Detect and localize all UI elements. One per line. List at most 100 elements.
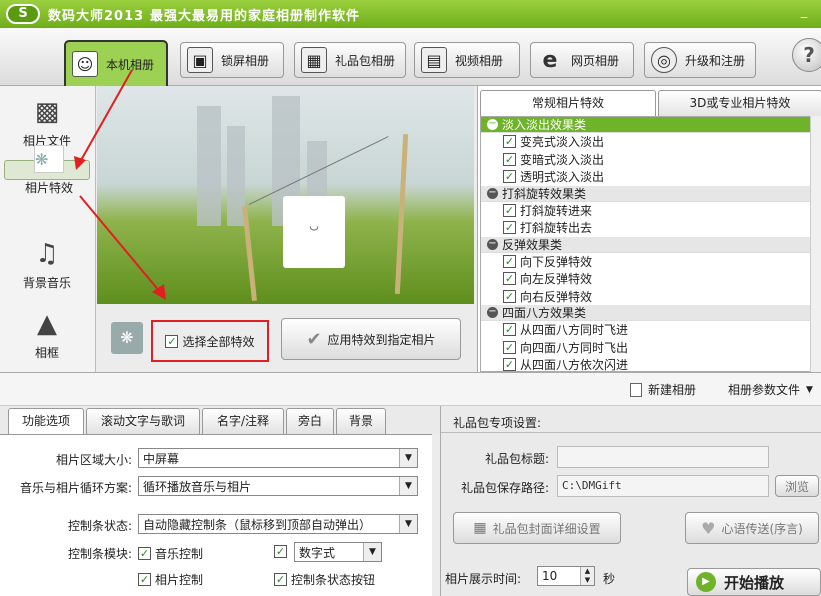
new-album-button[interactable]: 新建相册 (630, 381, 696, 398)
checkbox-icon: ✓ (138, 547, 151, 560)
effects-scrollbar[interactable] (810, 116, 821, 372)
tab-video-album[interactable]: ▤ 视频相册 (414, 42, 520, 78)
stepper-arrows-icon[interactable]: ▲ ▼ (580, 567, 594, 585)
display-time-stepper[interactable]: 10 ▲ ▼ (537, 566, 595, 586)
gift-title-input[interactable] (557, 446, 769, 468)
play-icon: ▶ (696, 572, 716, 592)
tab-lockscreen-album[interactable]: ▣ 锁屏相册 (180, 42, 284, 78)
tab-label: 锁屏相册 (221, 53, 270, 68)
effect-item[interactable]: ✓ 向下反弹特效 (481, 253, 810, 271)
effect-item[interactable]: ✓ 从四面八方依次闪进 (481, 356, 810, 372)
collapse-icon[interactable]: − (487, 307, 498, 318)
start-play-button[interactable]: ▶ 开始播放 (687, 568, 821, 596)
digital-checkbox[interactable]: ✓ (274, 545, 287, 558)
music-control-checkbox[interactable]: ✓ 音乐控制 (138, 545, 203, 562)
checkbox-icon: ✓ (503, 340, 516, 354)
select-all-label: 选择全部特效 (182, 334, 255, 349)
display-time-label: 相片展示时间: (445, 572, 522, 586)
tab-3d-effects[interactable]: 3D或专业相片特效 (658, 90, 821, 116)
heart-message-button[interactable]: ♥ 心语传送(序言) (685, 512, 819, 544)
effect-group[interactable]: − 反弹效果类 (481, 236, 810, 253)
tab-background[interactable]: 背景 (336, 408, 386, 434)
check-icon: ✔ (306, 328, 322, 350)
effect-item[interactable]: ✓ 从四面八方同时飞进 (481, 321, 810, 339)
apply-label: 应用特效到指定相片 (327, 332, 436, 347)
checkbox-icon: ✓ (503, 152, 516, 166)
checkbox-icon: ✓ (165, 334, 179, 348)
effect-item[interactable]: ✓ 向左反弹特效 (481, 270, 810, 288)
nav-photo-effects[interactable]: ❋ 相片特效 (4, 144, 90, 195)
function-options-panel: 相片区域大小: 中屏幕 ▼ 音乐与相片循环方案: 循环播放音乐与相片 ▼ 控制条状态… (0, 434, 432, 596)
minimize-icon[interactable]: _ (796, 5, 812, 20)
tab-label: 网页相册 (571, 53, 620, 68)
effect-item[interactable]: ✓ 变暗式淡入淡出 (481, 151, 810, 169)
user-photo-icon: ☺ (72, 51, 98, 77)
checkbox-icon: ✓ (138, 573, 151, 586)
control-bar-state-select[interactable]: 自动隐藏控制条（鼠标移到顶部自动弹出） ▼ (138, 514, 418, 534)
nav-photo-frame[interactable]: ▲ 相框 (4, 302, 90, 368)
collapse-icon[interactable]: − (487, 119, 498, 130)
tab-label: 视频相册 (455, 53, 504, 68)
effects-list: − 淡入淡出效果类 ✓ 变亮式淡入淡出 ✓ 变暗式淡入淡出 ✓ 透明式淡入淡出 − 打斜旋… (480, 116, 810, 372)
loop-scheme-label: 音乐与相片循环方案: (19, 481, 132, 495)
tab-upgrade-register[interactable]: ◎ 升级和注册 (644, 42, 756, 78)
checkbox-icon: ✓ (503, 254, 516, 268)
time-unit-label: 秒 (603, 572, 616, 586)
gift-cover-settings-button[interactable]: ▦ 礼品包封面详细设置 (453, 512, 621, 544)
tab-scroll-text-lyrics[interactable]: 滚动文字与歌词 (86, 408, 200, 434)
checkbox-icon: ✓ (274, 573, 287, 586)
nav-background-music[interactable]: ♫ 背景音乐 (4, 232, 90, 298)
checkbox-icon: ✓ (503, 289, 516, 303)
tab-regular-effects[interactable]: 常规相片特效 (480, 90, 656, 116)
dropdown-arrow-icon: ▼ (399, 515, 417, 533)
title-bar: S 数码大师2013 最强大最易用的家庭相册制作软件 _ (0, 0, 821, 28)
browse-button[interactable]: 浏览 (775, 475, 819, 497)
app-logo: S (6, 4, 40, 24)
left-nav: ▩ 相片文件 ❋ 相片特效 ♫ 背景音乐 ▲ 相框 (0, 86, 96, 372)
tab-narration[interactable]: 旁白 (286, 408, 334, 434)
gift-path-label: 礼品包保存路径: (460, 481, 549, 495)
effect-item[interactable]: ✓ 变亮式淡入淡出 (481, 133, 810, 151)
music-icon: ♫ (35, 238, 59, 269)
gift-icon: ▦ (473, 520, 487, 536)
effect-item[interactable]: ✓ 向四面八方同时飞出 (481, 339, 810, 357)
apply-effects-button[interactable]: ✔ 应用特效到指定相片 (281, 318, 461, 360)
tab-function-options[interactable]: 功能选项 (8, 408, 84, 436)
area-size-label: 相片区域大小: (55, 453, 132, 467)
help-button[interactable]: ? (792, 38, 821, 72)
photo-control-checkbox[interactable]: ✓ 相片控制 (138, 571, 203, 588)
tab-web-album[interactable]: e 网页相册 (530, 42, 634, 78)
album-params-button[interactable]: 相册参数文件 ▼ (728, 381, 813, 398)
tab-name-notes[interactable]: 名字/注释 (202, 408, 284, 434)
gift-path-input[interactable]: C:\DMGift (557, 475, 769, 497)
tab-gift-album[interactable]: ▦ 礼品包相册 (294, 42, 406, 78)
select-all-effects-checkbox[interactable]: ✓ 选择全部特效 (151, 320, 269, 362)
film-icon: ▤ (421, 47, 447, 73)
effect-group[interactable]: − 淡入淡出效果类 (481, 117, 810, 133)
checkbox-icon: ✓ (503, 221, 516, 235)
ie-icon: e (542, 47, 558, 73)
lower-tab-bar: 功能选项 滚动文字与歌词 名字/注释 旁白 背景 (0, 406, 440, 436)
effect-group[interactable]: − 四面八方效果类 (481, 305, 810, 321)
control-bar-state-label: 控制条状态: (67, 519, 132, 533)
collapse-icon[interactable]: − (487, 187, 498, 199)
collapse-icon[interactable]: − (487, 238, 498, 250)
checkbox-icon: ✓ (503, 170, 516, 184)
photo-preview: ◡ (97, 86, 474, 304)
area-size-select[interactable]: 中屏幕 ▼ (138, 448, 418, 468)
frame-icon: ▲ (37, 308, 57, 339)
checkbox-icon: ✓ (503, 203, 516, 217)
effects-panel: 常规相片特效 3D或专业相片特效 − 淡入淡出效果类 ✓ 变亮式淡入淡出 ✓ 变暗式淡… (477, 86, 821, 372)
tab-local-album[interactable]: ☺ 本机相册 (64, 40, 168, 86)
checkbox-icon: ✓ (503, 358, 516, 372)
digital-style-select[interactable]: 数字式 ▼ (294, 542, 382, 562)
state-button-checkbox[interactable]: ✓ 控制条状态按钮 (274, 571, 375, 588)
effect-group[interactable]: − 打斜旋转效果类 (481, 185, 810, 202)
album-toolbar: 新建相册 相册参数文件 ▼ (0, 372, 821, 406)
effect-item[interactable]: ✓ 向右反弹特效 (481, 288, 810, 306)
control-bar-module-label: 控制条模块: (67, 547, 132, 561)
effect-item[interactable]: ✓ 打斜旋转进来 (481, 202, 810, 220)
loop-scheme-select[interactable]: 循环播放音乐与相片 ▼ (138, 476, 418, 496)
effect-item[interactable]: ✓ 打斜旋转出去 (481, 219, 810, 237)
effect-item[interactable]: ✓ 透明式淡入淡出 (481, 168, 810, 186)
